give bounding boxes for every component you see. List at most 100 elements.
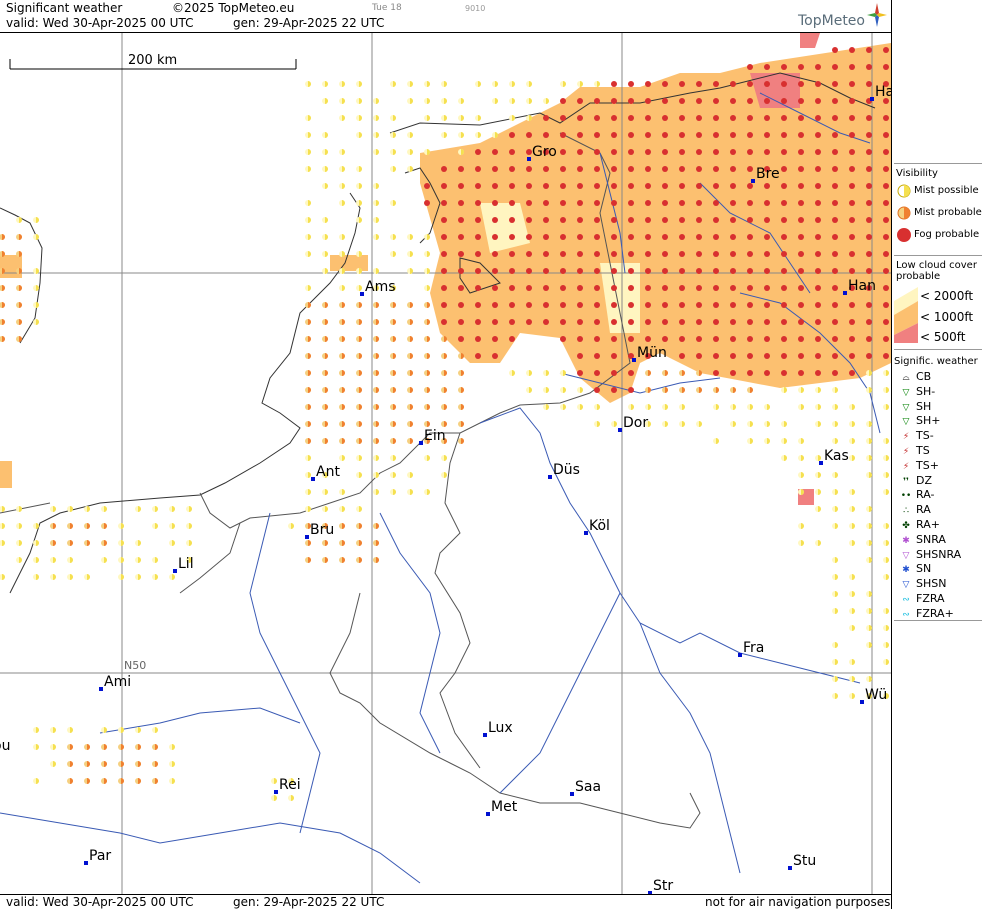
fog-symbol <box>526 200 532 206</box>
mist-probable-symbol <box>305 319 311 325</box>
mist-possible-symbol <box>883 608 889 614</box>
fog-symbol <box>747 370 753 376</box>
mist-possible-symbol <box>849 591 855 597</box>
fog-symbol <box>458 217 464 223</box>
mist-possible-symbol <box>883 455 889 461</box>
fog-symbol <box>475 234 481 240</box>
mist-possible-symbol <box>339 81 345 87</box>
fog-symbol <box>509 285 515 291</box>
mist-possible-symbol <box>373 115 379 121</box>
fog-symbol <box>458 234 464 240</box>
fog-symbol <box>441 234 447 240</box>
mist-possible-symbol <box>883 489 889 495</box>
mist-probable-symbol <box>152 761 158 767</box>
fog-symbol <box>883 132 889 138</box>
mist-possible-symbol <box>679 421 685 427</box>
fog-symbol <box>628 268 634 274</box>
fog-symbol <box>815 149 821 155</box>
fog-symbol <box>611 81 617 87</box>
fog-symbol <box>679 98 685 104</box>
mist-probable-symbol <box>0 234 5 240</box>
city-label: Köl <box>589 518 610 534</box>
mist-probable-symbol <box>305 336 311 342</box>
mist-probable-symbol <box>322 404 328 410</box>
mist-possible-symbol <box>305 472 311 478</box>
fog-symbol <box>696 166 702 172</box>
mist-possible-symbol <box>339 455 345 461</box>
fog-symbol <box>594 132 600 138</box>
fog-symbol <box>815 166 821 172</box>
mist-possible-symbol <box>832 404 838 410</box>
fog-symbol <box>730 115 736 121</box>
mist-possible-symbol <box>322 166 328 172</box>
mist-possible-symbol <box>33 744 39 750</box>
mist-possible-symbol <box>50 557 56 563</box>
mist-possible-symbol <box>883 404 889 410</box>
signif-weather-icon: ∾ <box>902 609 910 620</box>
mist-possible-symbol <box>390 81 396 87</box>
fog-symbol <box>577 166 583 172</box>
signif-weather-item: ∴ RA <box>896 503 931 517</box>
mist-probable-symbol <box>305 353 311 359</box>
mist-possible-symbol <box>118 574 124 580</box>
fog-symbol <box>747 98 753 104</box>
mist-possible-symbol <box>305 166 311 172</box>
mist-possible-symbol <box>16 506 22 512</box>
fog-symbol <box>679 132 685 138</box>
map-title: Significant weather <box>6 1 123 15</box>
fog-symbol <box>645 183 651 189</box>
fog-symbol <box>883 268 889 274</box>
fog-symbol <box>866 353 872 359</box>
mist-possible-symbol <box>101 506 107 512</box>
fog-symbol <box>611 149 617 155</box>
fog-symbol <box>747 217 753 223</box>
mist-probable-symbol <box>373 370 379 376</box>
mist-probable-symbol <box>679 387 685 393</box>
mist-possible-symbol <box>407 132 413 138</box>
fog-symbol <box>883 302 889 308</box>
fog-symbol <box>611 234 617 240</box>
mist-possible-symbol <box>475 132 481 138</box>
fog-symbol <box>441 285 447 291</box>
fog-symbol <box>475 319 481 325</box>
mist-possible-symbol <box>305 115 311 121</box>
mist-probable-symbol <box>356 404 362 410</box>
mist-possible-symbol <box>50 744 56 750</box>
mist-probable-symbol <box>356 319 362 325</box>
fog-symbol <box>560 234 566 240</box>
mist-possible-symbol <box>16 523 22 529</box>
mist-probable-symbol <box>356 523 362 529</box>
signif-weather-item: ✱ SN <box>896 562 931 576</box>
mist-probable-symbol <box>407 319 413 325</box>
fog-symbol <box>883 285 889 291</box>
mist-probable-symbol <box>84 778 90 784</box>
fog-symbol <box>747 64 753 70</box>
signif-weather-icon: ❜❜ <box>903 476 909 487</box>
fog-symbol <box>594 251 600 257</box>
fog-symbol <box>696 183 702 189</box>
fog-symbol <box>747 302 753 308</box>
fog-symbol <box>441 319 447 325</box>
fog-symbol <box>815 319 821 325</box>
fog-symbol <box>560 132 566 138</box>
fog-symbol <box>781 98 787 104</box>
fog-symbol <box>594 285 600 291</box>
fog-symbol <box>628 251 634 257</box>
mist-possible-symbol <box>169 540 175 546</box>
fog-symbol <box>577 200 583 206</box>
fog-symbol <box>560 319 566 325</box>
fog-symbol <box>560 149 566 155</box>
mist-possible-symbol <box>441 455 447 461</box>
signif-weather-icon: ▽ <box>902 550 910 561</box>
fog-symbol <box>475 302 481 308</box>
mist-possible-symbol <box>373 268 379 274</box>
mist-probable-symbol <box>645 387 651 393</box>
copyright: ©2025 TopMeteo.eu <box>172 1 295 15</box>
fog-symbol <box>509 319 515 325</box>
mist-probable-symbol <box>390 387 396 393</box>
mist-possible-symbol <box>662 404 668 410</box>
fog-symbol <box>543 183 549 189</box>
mist-possible-symbol <box>84 506 90 512</box>
mist-possible-symbol <box>152 557 158 563</box>
mist-possible-symbol <box>407 268 413 274</box>
